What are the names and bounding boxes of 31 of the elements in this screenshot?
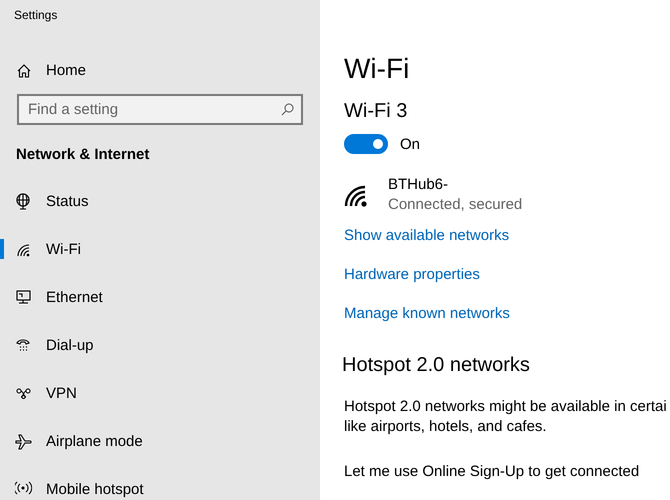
network-name: BTHub6- — [388, 175, 450, 195]
nav-item[interactable]: Airplane mode — [0, 417, 320, 465]
toggle-switch[interactable] — [344, 134, 388, 154]
nav-item[interactable]: Dial-up — [0, 321, 320, 369]
link[interactable]: Hardware properties — [344, 266, 480, 283]
link[interactable]: Show available networks — [344, 227, 510, 244]
adapter-heading: Wi-Fi 3 — [344, 100, 408, 123]
nav-item[interactable]: Ethernet — [0, 273, 320, 321]
search-icon — [281, 103, 294, 116]
nav-item[interactable]: Mobile hotspot — [0, 465, 320, 500]
nav-item[interactable]: VPN — [0, 369, 320, 417]
broadcast-icon — [15, 480, 32, 498]
section-heading: Network & Internet — [16, 146, 150, 163]
nav-item[interactable]: Wi-Fi — [0, 225, 320, 273]
description-text: like airports, hotels, and cafes. — [344, 417, 548, 437]
network-status: Connected, secured — [388, 195, 522, 215]
toggle-label: On — [400, 136, 420, 152]
home-link[interactable]: Home — [16, 62, 320, 79]
monitor-icon — [15, 288, 32, 306]
airplane-icon — [15, 432, 32, 450]
window-title: Settings — [14, 8, 58, 24]
nav-item[interactable]: Status — [0, 177, 320, 225]
home-icon — [16, 62, 32, 78]
search-field[interactable]: Find a setting — [17, 94, 303, 125]
globe-icon — [15, 192, 32, 210]
phone-icon — [15, 336, 32, 354]
description-text: Hotspot 2.0 networks might be available in certai — [344, 397, 668, 417]
page-title: Wi-Fi — [344, 53, 410, 86]
section-heading: Hotspot 2.0 networks — [342, 354, 531, 377]
signup-label: Let me use Online Sign-Up to get connected — [344, 462, 640, 482]
link[interactable]: Manage known networks — [344, 305, 510, 322]
